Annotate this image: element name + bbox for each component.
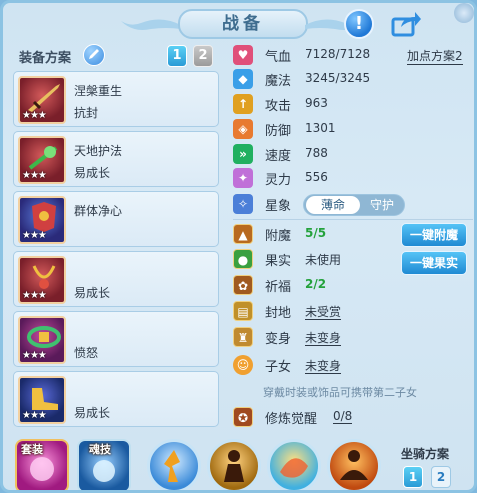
exclamation-icon: !	[354, 13, 364, 34]
martial-pose-icon	[164, 450, 180, 482]
enhance-row-awaken: ✪ 修炼觉醒 0/8	[233, 406, 473, 428]
panel-title: 战备	[178, 9, 308, 39]
figure-icon	[224, 450, 244, 482]
title-wing-left-decor	[121, 19, 181, 30]
belt-icon: ★★★	[18, 316, 66, 364]
one-click-enchant-button[interactable]: 一键附魔	[401, 223, 467, 247]
equip-slot-weapon[interactable]: ★★★ 涅槃重生 抗封	[13, 71, 219, 127]
suit-label: 套装	[21, 443, 43, 456]
children-status-link[interactable]: 未变身	[305, 359, 342, 374]
stat-row-mp: ◆ 魔法 3245/3245	[233, 68, 473, 90]
awaken-icon: ✪	[233, 407, 253, 427]
stat-row-speed: » 速度 788	[233, 143, 473, 165]
equip-attribute: 愤怒	[74, 346, 99, 360]
swirl-icon	[280, 458, 308, 478]
skill-slot-2[interactable]	[207, 439, 261, 490]
skill-slot-3[interactable]	[267, 439, 321, 490]
stat-row-hp: ♥ 气血 7128/7128	[233, 44, 473, 66]
enhance-row-fief: ▤ 封地 未受赏	[233, 300, 473, 322]
equip-slot-armor[interactable]: ★★★ 群体净心	[13, 191, 219, 247]
mount-plan-2-button[interactable]: 2	[431, 466, 451, 488]
star-image-option-bo-ming[interactable]: 薄命	[306, 196, 360, 214]
one-click-fruit-button[interactable]: 一键果实	[401, 251, 467, 275]
equip-slot-shoes[interactable]: ★★★ 易成长	[13, 371, 219, 427]
equip-plan-2-button[interactable]: 2	[193, 45, 213, 67]
pen-icon	[89, 49, 99, 59]
share-icon[interactable]	[391, 11, 421, 37]
equip-slot-helmet[interactable]: ★★★ 天地护法 易成长	[13, 131, 219, 187]
fruit-icon: ●	[233, 249, 253, 269]
equip-attribute: 易成长	[74, 286, 111, 300]
equip-slot-belt[interactable]: ★★★ 愤怒	[13, 311, 219, 367]
equip-attribute: 易成长	[74, 406, 111, 420]
enhance-row-blessing: ✿ 祈福 2/2	[233, 274, 473, 296]
star-image-option-shou-hu[interactable]: 守护	[360, 196, 404, 214]
enhance-row-transform: ♜ 变身 未变身	[233, 326, 473, 348]
skill-slot-4[interactable]	[327, 439, 381, 490]
mount-plan-label: 坐骑方案	[401, 447, 450, 461]
skill-slot-1[interactable]	[147, 439, 201, 490]
star-image-icon: ✧	[233, 194, 253, 214]
shield-icon: ◈	[233, 119, 253, 139]
heart-icon: ♥	[233, 45, 253, 65]
mana-icon: ◆	[233, 69, 253, 89]
sword-icon: ★★★	[18, 76, 66, 124]
soul-skill-label: 魂技	[89, 443, 111, 456]
speed-icon: »	[233, 144, 253, 164]
scroll-icon: ▤	[233, 301, 253, 321]
equip-name: 天地护法	[74, 144, 123, 158]
transform-icon: ♜	[233, 327, 253, 347]
battle-prep-panel: 战备 ! 装备方案 1 2 ★★★ 涅槃重生 抗封 ★★★ 天地护法 易成长 ★…	[0, 0, 477, 493]
second-child-hint: 穿戴时装或饰品可携带第二子女	[263, 386, 417, 399]
equip-name: 涅槃重生	[74, 84, 123, 98]
equip-attribute: 易成长	[74, 166, 111, 180]
stat-row-spirit: ✦ 灵力 556	[233, 167, 473, 189]
enhance-row-children: ☺ 子女 未变身	[233, 354, 473, 376]
equip-slot-necklace[interactable]: ★★★ 易成长	[13, 251, 219, 307]
equip-name: 群体净心	[74, 204, 123, 218]
equip-plan-label: 装备方案	[19, 51, 72, 66]
mount-plan-1-button[interactable]: 1	[403, 466, 423, 488]
enchant-icon: ▲	[233, 224, 253, 244]
blessing-icon: ✿	[233, 275, 253, 295]
spirit-icon: ✦	[233, 168, 253, 188]
stats-divider	[233, 219, 473, 220]
shoes-icon: ★★★	[18, 376, 66, 424]
meditate-icon	[340, 450, 368, 480]
star-image-toggle[interactable]: 薄命 守护	[303, 194, 405, 216]
help-button[interactable]: !	[344, 9, 374, 39]
awaken-progress-link[interactable]: 0/8	[333, 409, 353, 424]
fief-status-link[interactable]: 未受赏	[305, 305, 342, 320]
necklace-icon: ★★★	[18, 256, 66, 304]
armor-icon: ★★★	[18, 196, 66, 244]
equipment-list: ★★★ 涅槃重生 抗封 ★★★ 天地护法 易成长 ★★★ 群体净心 ★★★ 易成…	[13, 71, 219, 431]
stat-row-attack: ↑ 攻击 963	[233, 93, 473, 115]
transform-status-link[interactable]: 未变身	[305, 331, 342, 346]
staff-icon: ★★★	[18, 136, 66, 184]
child-icon: ☺	[233, 355, 253, 375]
attack-icon: ↑	[233, 94, 253, 114]
equip-attribute: 抗封	[74, 106, 99, 120]
corner-ornament	[454, 3, 474, 23]
stat-row-defense: ◈ 防御 1301	[233, 118, 473, 140]
edit-plan-button[interactable]	[83, 44, 105, 66]
equip-plan-1-button[interactable]: 1	[167, 45, 187, 67]
